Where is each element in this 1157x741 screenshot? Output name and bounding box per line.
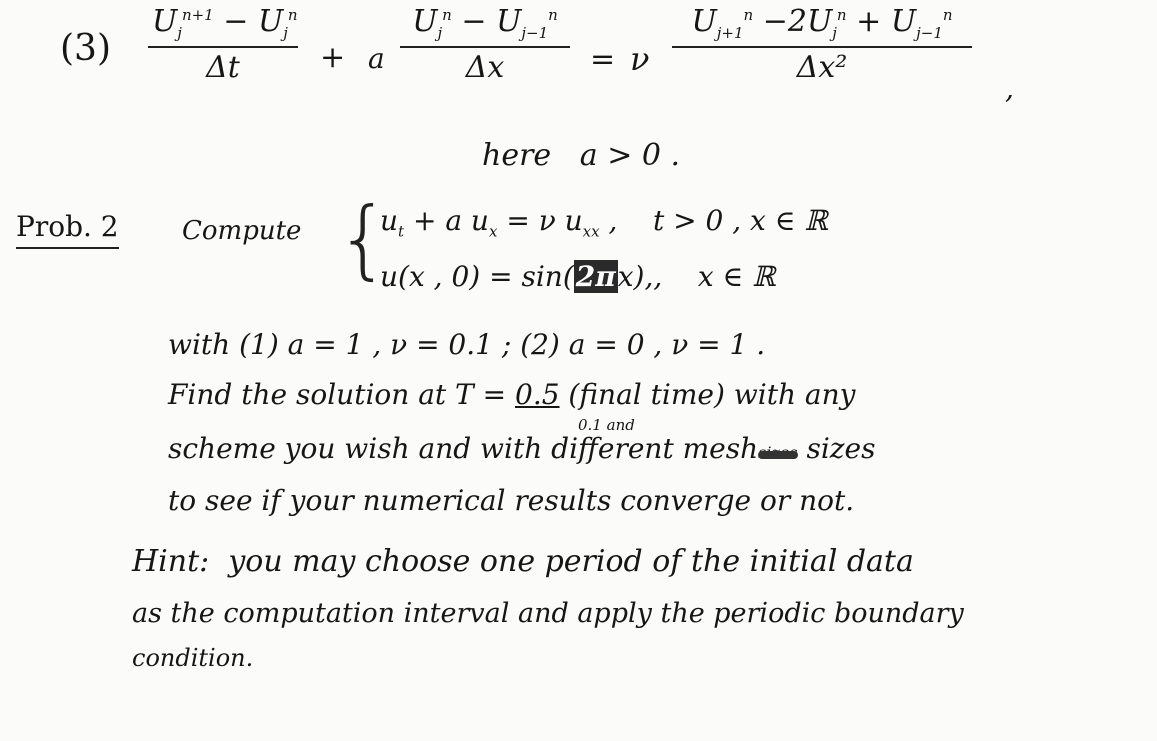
hint-line-3: condition. <box>132 644 254 672</box>
equation-label: (3) <box>60 28 111 69</box>
condition-text: here a > 0 . <box>482 138 681 173</box>
compute-verb: Compute <box>182 216 302 246</box>
scheme-line: scheme you wish and with different meshs… <box>168 432 876 465</box>
fraction-bar <box>672 46 972 48</box>
final-time-value: 0.5 <box>515 378 560 411</box>
fraction-bar <box>400 46 570 48</box>
converge-line: to see if your numerical results converg… <box>168 484 855 517</box>
hint-line-1: Hint: you may choose one period of the i… <box>132 544 914 579</box>
hint-line-2: as the computation interval and apply th… <box>132 598 964 629</box>
nu-symbol: ν <box>630 40 650 78</box>
fraction-numerator: Uj+1n −2Ujn + Uj−1n <box>691 4 953 42</box>
equals-sign: = <box>590 42 616 77</box>
fraction-numerator: Ujn+1 − Ujn <box>152 4 298 42</box>
fraction-time-derivative: Ujn+1 − Ujn Δt <box>148 4 298 85</box>
pde-equation: ut + a ux = ν uxx , t > 0 , x ∈ ℝ <box>380 204 828 241</box>
highlighted-2pi: 2π <box>573 260 618 293</box>
find-line: Find the solution at T = 0.5 (final time… <box>168 378 856 411</box>
fraction-numerator: Ujn − Uj−1n <box>412 4 558 42</box>
problem-title: Prob. 2 <box>16 210 119 249</box>
fraction-denominator: Δx² <box>796 50 848 85</box>
trailing-comma: , <box>1005 72 1014 105</box>
fraction-diffusion: Uj+1n −2Ujn + Uj−1n Δx² <box>672 4 972 85</box>
initial-condition: u(x , 0) = sin(2πx),, x ∈ ℝ <box>380 260 776 293</box>
coefficient-a: a <box>368 42 385 75</box>
problem-title-text: Prob. 2 <box>16 210 119 249</box>
fraction-denominator: Δt <box>206 50 240 85</box>
fraction-bar <box>148 46 298 48</box>
struck-word: sizes <box>758 443 799 462</box>
plus-sign: + <box>320 40 346 75</box>
fraction-denominator: Δx <box>465 50 505 85</box>
cases-line: with (1) a = 1 , ν = 0.1 ; (2) a = 0 , ν… <box>168 328 766 361</box>
fraction-advection: Ujn − Uj−1n Δx <box>400 4 570 85</box>
